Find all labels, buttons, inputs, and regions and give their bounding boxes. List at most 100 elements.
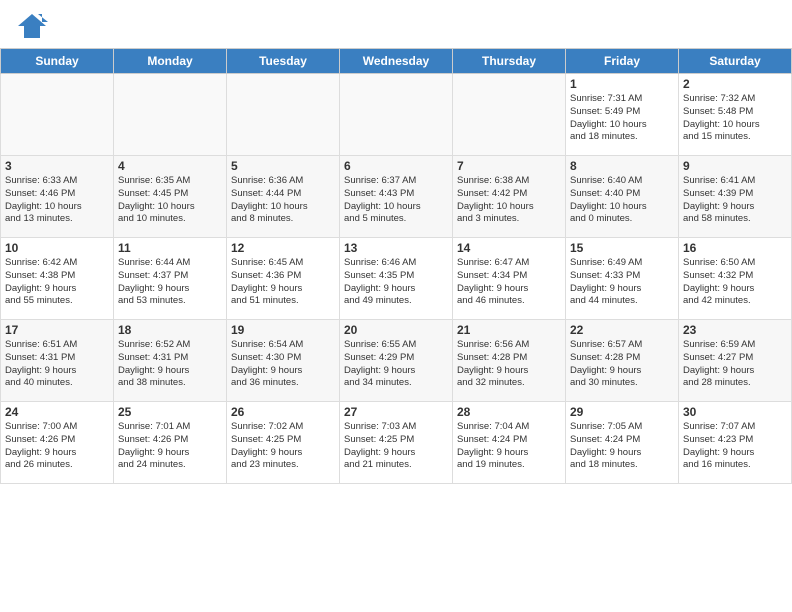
day-number: 19 bbox=[231, 323, 335, 337]
calendar-cell: 26 Sunrise: 7:02 AM Sunset: 4:25 PM Dayli… bbox=[227, 402, 340, 484]
day-number: 24 bbox=[5, 405, 109, 419]
calendar-cell: 4 Sunrise: 6:35 AM Sunset: 4:45 PM Daylig… bbox=[114, 156, 227, 238]
calendar-cell: 20 Sunrise: 6:55 AM Sunset: 4:29 PM Dayli… bbox=[340, 320, 453, 402]
calendar-header-saturday: Saturday bbox=[679, 49, 792, 74]
calendar-cell: 7 Sunrise: 6:38 AM Sunset: 4:42 PM Daylig… bbox=[453, 156, 566, 238]
calendar-cell: 28Sunrise: 7:04 AM Sunset: 4:24 PM Dayli… bbox=[453, 402, 566, 484]
day-info: Sunrise: 6:42 AM Sunset: 4:38 PM Dayligh… bbox=[5, 257, 109, 308]
calendar-cell: 5 Sunrise: 6:36 AM Sunset: 4:44 PM Daylig… bbox=[227, 156, 340, 238]
calendar-cell: 19 Sunrise: 6:54 AM Sunset: 4:30 PM Dayli… bbox=[227, 320, 340, 402]
day-info: Sunrise: 7:07 AM Sunset: 4:23 PM Dayligh… bbox=[683, 421, 787, 472]
day-number: 9 bbox=[683, 159, 787, 173]
calendar-cell bbox=[453, 74, 566, 156]
day-number: 17 bbox=[5, 323, 109, 337]
day-number: 7 bbox=[457, 159, 561, 173]
day-info: Sunrise: 6:46 AM Sunset: 4:35 PM Dayligh… bbox=[344, 257, 448, 308]
calendar-header-monday: Monday bbox=[114, 49, 227, 74]
day-info: Sunrise: 6:59 AM Sunset: 4:27 PM Dayligh… bbox=[683, 339, 787, 390]
calendar-header-friday: Friday bbox=[566, 49, 679, 74]
day-info: Sunrise: 6:44 AM Sunset: 4:37 PM Dayligh… bbox=[118, 257, 222, 308]
calendar-cell: 12Sunrise: 6:45 AM Sunset: 4:36 PM Dayli… bbox=[227, 238, 340, 320]
calendar-header-sunday: Sunday bbox=[1, 49, 114, 74]
calendar-cell: 25 Sunrise: 7:01 AM Sunset: 4:26 PM Dayli… bbox=[114, 402, 227, 484]
logo-icon bbox=[16, 10, 48, 42]
calendar-cell: 6Sunrise: 6:37 AM Sunset: 4:43 PM Daylig… bbox=[340, 156, 453, 238]
day-info: Sunrise: 7:02 AM Sunset: 4:25 PM Dayligh… bbox=[231, 421, 335, 472]
calendar-cell: 9 Sunrise: 6:41 AM Sunset: 4:39 PM Daylig… bbox=[679, 156, 792, 238]
day-info: Sunrise: 7:00 AM Sunset: 4:26 PM Dayligh… bbox=[5, 421, 109, 472]
day-number: 11 bbox=[118, 241, 222, 255]
day-info: Sunrise: 6:51 AM Sunset: 4:31 PM Dayligh… bbox=[5, 339, 109, 390]
day-info: Sunrise: 6:41 AM Sunset: 4:39 PM Dayligh… bbox=[683, 175, 787, 226]
calendar-cell: 2 Sunrise: 7:32 AM Sunset: 5:48 PM Daylig… bbox=[679, 74, 792, 156]
day-info: Sunrise: 6:57 AM Sunset: 4:28 PM Dayligh… bbox=[570, 339, 674, 390]
calendar-cell: 30 Sunrise: 7:07 AM Sunset: 4:23 PM Dayli… bbox=[679, 402, 792, 484]
calendar-week-row: 24 Sunrise: 7:00 AM Sunset: 4:26 PM Dayli… bbox=[1, 402, 792, 484]
day-number: 30 bbox=[683, 405, 787, 419]
calendar-header-tuesday: Tuesday bbox=[227, 49, 340, 74]
day-number: 2 bbox=[683, 77, 787, 91]
calendar-cell: 24 Sunrise: 7:00 AM Sunset: 4:26 PM Dayli… bbox=[1, 402, 114, 484]
day-number: 26 bbox=[231, 405, 335, 419]
day-info: Sunrise: 7:31 AM Sunset: 5:49 PM Dayligh… bbox=[570, 93, 674, 144]
day-number: 4 bbox=[118, 159, 222, 173]
day-number: 15 bbox=[570, 241, 674, 255]
day-number: 21 bbox=[457, 323, 561, 337]
day-number: 1 bbox=[570, 77, 674, 91]
day-info: Sunrise: 6:45 AM Sunset: 4:36 PM Dayligh… bbox=[231, 257, 335, 308]
day-number: 18 bbox=[118, 323, 222, 337]
day-number: 14 bbox=[457, 241, 561, 255]
calendar-cell: 16 Sunrise: 6:50 AM Sunset: 4:32 PM Dayli… bbox=[679, 238, 792, 320]
day-number: 25 bbox=[118, 405, 222, 419]
calendar-week-row: 1 Sunrise: 7:31 AM Sunset: 5:49 PM Daylig… bbox=[1, 74, 792, 156]
day-info: Sunrise: 7:01 AM Sunset: 4:26 PM Dayligh… bbox=[118, 421, 222, 472]
day-info: Sunrise: 6:36 AM Sunset: 4:44 PM Dayligh… bbox=[231, 175, 335, 226]
calendar-week-row: 10Sunrise: 6:42 AM Sunset: 4:38 PM Dayli… bbox=[1, 238, 792, 320]
day-info: Sunrise: 6:50 AM Sunset: 4:32 PM Dayligh… bbox=[683, 257, 787, 308]
calendar-cell: 22 Sunrise: 6:57 AM Sunset: 4:28 PM Dayli… bbox=[566, 320, 679, 402]
calendar-header-row: SundayMondayTuesdayWednesdayThursdayFrid… bbox=[1, 49, 792, 74]
day-number: 23 bbox=[683, 323, 787, 337]
day-number: 5 bbox=[231, 159, 335, 173]
day-info: Sunrise: 6:40 AM Sunset: 4:40 PM Dayligh… bbox=[570, 175, 674, 226]
day-info: Sunrise: 6:52 AM Sunset: 4:31 PM Dayligh… bbox=[118, 339, 222, 390]
day-info: Sunrise: 6:54 AM Sunset: 4:30 PM Dayligh… bbox=[231, 339, 335, 390]
calendar-cell bbox=[114, 74, 227, 156]
calendar-cell: 23 Sunrise: 6:59 AM Sunset: 4:27 PM Dayli… bbox=[679, 320, 792, 402]
day-number: 6 bbox=[344, 159, 448, 173]
day-number: 16 bbox=[683, 241, 787, 255]
calendar-header-wednesday: Wednesday bbox=[340, 49, 453, 74]
calendar-cell: 13 Sunrise: 6:46 AM Sunset: 4:35 PM Dayli… bbox=[340, 238, 453, 320]
day-number: 13 bbox=[344, 241, 448, 255]
day-number: 28 bbox=[457, 405, 561, 419]
day-info: Sunrise: 7:32 AM Sunset: 5:48 PM Dayligh… bbox=[683, 93, 787, 144]
day-info: Sunrise: 6:55 AM Sunset: 4:29 PM Dayligh… bbox=[344, 339, 448, 390]
calendar-header-thursday: Thursday bbox=[453, 49, 566, 74]
day-number: 22 bbox=[570, 323, 674, 337]
calendar-cell: 3 Sunrise: 6:33 AM Sunset: 4:46 PM Daylig… bbox=[1, 156, 114, 238]
calendar-cell: 18 Sunrise: 6:52 AM Sunset: 4:31 PM Dayli… bbox=[114, 320, 227, 402]
day-info: Sunrise: 6:56 AM Sunset: 4:28 PM Dayligh… bbox=[457, 339, 561, 390]
day-number: 29 bbox=[570, 405, 674, 419]
day-info: Sunrise: 7:05 AM Sunset: 4:24 PM Dayligh… bbox=[570, 421, 674, 472]
day-info: Sunrise: 6:38 AM Sunset: 4:42 PM Dayligh… bbox=[457, 175, 561, 226]
day-info: Sunrise: 6:35 AM Sunset: 4:45 PM Dayligh… bbox=[118, 175, 222, 226]
calendar-cell bbox=[227, 74, 340, 156]
day-info: Sunrise: 7:03 AM Sunset: 4:25 PM Dayligh… bbox=[344, 421, 448, 472]
day-info: Sunrise: 6:33 AM Sunset: 4:46 PM Dayligh… bbox=[5, 175, 109, 226]
calendar-week-row: 17 Sunrise: 6:51 AM Sunset: 4:31 PM Dayli… bbox=[1, 320, 792, 402]
day-number: 27 bbox=[344, 405, 448, 419]
calendar-cell: 21 Sunrise: 6:56 AM Sunset: 4:28 PM Dayli… bbox=[453, 320, 566, 402]
day-number: 3 bbox=[5, 159, 109, 173]
calendar-cell: 29 Sunrise: 7:05 AM Sunset: 4:24 PM Dayli… bbox=[566, 402, 679, 484]
header bbox=[0, 0, 792, 48]
calendar-cell bbox=[340, 74, 453, 156]
day-info: Sunrise: 6:49 AM Sunset: 4:33 PM Dayligh… bbox=[570, 257, 674, 308]
calendar-week-row: 3 Sunrise: 6:33 AM Sunset: 4:46 PM Daylig… bbox=[1, 156, 792, 238]
calendar-cell: 27 Sunrise: 7:03 AM Sunset: 4:25 PM Dayli… bbox=[340, 402, 453, 484]
day-number: 20 bbox=[344, 323, 448, 337]
calendar-cell: 10Sunrise: 6:42 AM Sunset: 4:38 PM Dayli… bbox=[1, 238, 114, 320]
calendar-cell: 11 Sunrise: 6:44 AM Sunset: 4:37 PM Dayli… bbox=[114, 238, 227, 320]
day-info: Sunrise: 6:47 AM Sunset: 4:34 PM Dayligh… bbox=[457, 257, 561, 308]
calendar-cell: 1 Sunrise: 7:31 AM Sunset: 5:49 PM Daylig… bbox=[566, 74, 679, 156]
